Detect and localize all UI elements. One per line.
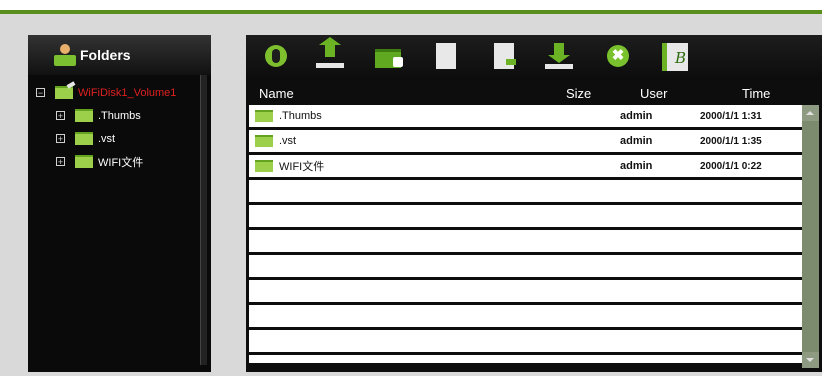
empty-row [249,355,802,363]
sidebar-header: Folders [28,35,211,75]
table-row[interactable]: .vst admin 2000/1/1 1:35 [249,130,802,152]
empty-row [249,230,802,252]
table-header: Name Size User Time [249,81,819,105]
delete-icon[interactable]: ✖ [604,41,632,71]
table-scrollbar[interactable] [802,105,819,368]
file-user: admin [620,110,653,122]
tree-item-label[interactable]: .vst [98,133,115,145]
empty-row [249,330,802,352]
folders-sidebar: Folders − WiFiDisk1_Volume1 + .Thumbs + … [28,35,211,372]
scroll-down-icon[interactable] [802,352,819,368]
file-user: admin [620,135,653,147]
empty-row [249,205,802,227]
file-name[interactable]: .Thumbs [279,110,322,122]
tree-item-label[interactable]: WiFiDisk1_Volume1 [78,87,176,99]
collapse-icon[interactable]: − [36,88,45,98]
column-time[interactable]: Time [706,86,803,101]
toolbar: ✖ B [246,35,822,80]
sidebar-title: Folders [80,47,131,63]
folder-open-icon [55,86,73,99]
folder-icon [75,155,93,168]
file-user: admin [620,160,653,172]
sidebar-scrollbar[interactable] [200,75,207,365]
expand-icon[interactable]: + [56,157,65,167]
folder-tree: − WiFiDisk1_Volume1 + .Thumbs + .vst + W… [28,81,200,173]
column-user[interactable]: User [636,86,706,101]
column-name[interactable]: Name [249,86,562,101]
table-row[interactable]: .Thumbs admin 2000/1/1 1:31 [249,105,802,127]
file-name[interactable]: WIFI文件 [279,158,324,174]
folders-user-icon [54,44,76,66]
file-table: Name Size User Time .Thumbs admin 2000/1… [249,81,819,368]
empty-row [249,255,802,277]
file-time: 2000/1/1 1:31 [700,110,762,122]
refresh-icon[interactable] [262,41,290,71]
paste-icon[interactable] [490,41,518,71]
empty-row [249,280,802,302]
upload-icon[interactable] [316,37,344,71]
new-folder-icon[interactable] [375,41,403,71]
tree-item-label[interactable]: WIFI文件 [98,154,143,170]
tree-item-vst[interactable]: + .vst [28,127,200,150]
file-panel: ✖ B Name Size User Time .Thumbs admin 20… [246,35,822,372]
folder-icon [255,135,273,147]
folder-icon [255,110,273,122]
empty-row [249,180,802,202]
folder-icon [255,160,273,172]
copy-icon[interactable] [432,41,460,71]
table-row[interactable]: WIFI文件 admin 2000/1/1 0:22 [249,155,802,177]
column-size[interactable]: Size [562,86,636,101]
expand-icon[interactable]: + [56,111,65,121]
table-body: .Thumbs admin 2000/1/1 1:31 .vst admin 2… [249,105,802,363]
tree-item-root[interactable]: − WiFiDisk1_Volume1 [28,81,200,104]
empty-row [249,305,802,327]
file-time: 2000/1/1 0:22 [700,160,762,172]
tree-item-thumbs[interactable]: + .Thumbs [28,104,200,127]
folder-icon [75,132,93,145]
tree-item-wifi[interactable]: + WIFI文件 [28,150,200,173]
tree-item-label[interactable]: .Thumbs [98,110,141,122]
scroll-up-icon[interactable] [802,105,819,121]
folder-icon [75,109,93,122]
file-name[interactable]: .vst [279,135,296,147]
download-icon[interactable] [545,41,573,71]
expand-icon[interactable]: + [56,134,65,144]
rename-icon[interactable]: B [660,41,688,71]
file-time: 2000/1/1 1:35 [700,135,762,147]
